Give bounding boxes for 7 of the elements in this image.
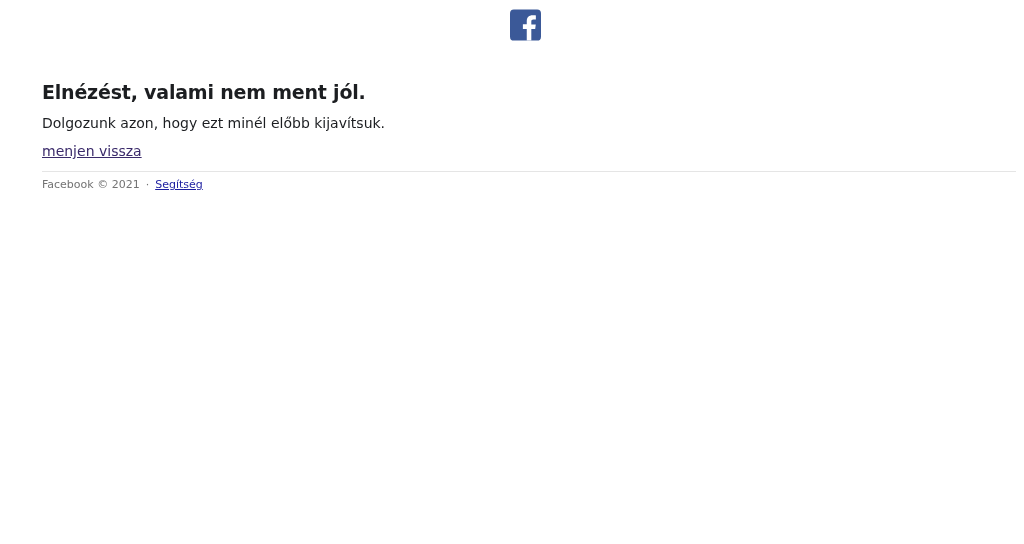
error-message: Dolgozunk azon, hogy ezt minél előbb kijavítsuk. xyxy=(42,115,386,131)
help-link[interactable]: Segítség xyxy=(155,178,203,191)
copyright-text: Facebook © 2021 xyxy=(42,178,140,191)
error-heading: Elnézést, valami nem ment jól. xyxy=(42,81,366,103)
separator-dot: · xyxy=(145,178,150,191)
logo-icon xyxy=(510,9,541,41)
back-link[interactable]: menjen vissza xyxy=(42,143,142,159)
